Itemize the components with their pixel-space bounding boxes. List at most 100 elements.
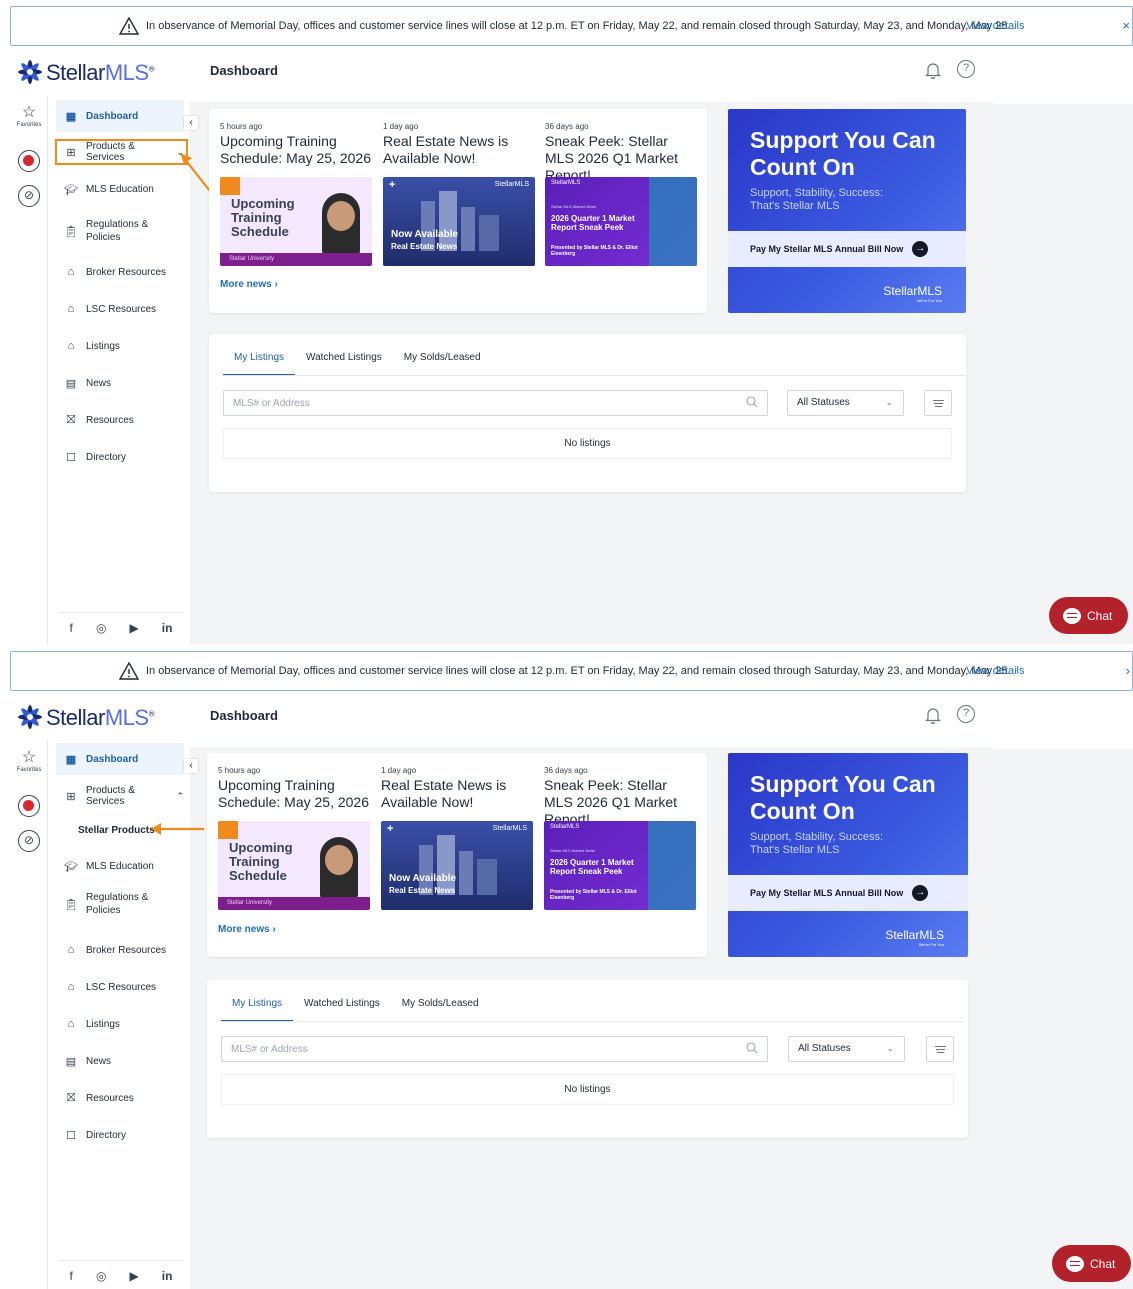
facebook-icon[interactable]: f: [70, 1269, 73, 1283]
logo[interactable]: StellarMLS®: [10, 699, 190, 739]
tab-watched-listings[interactable]: Watched Listings: [293, 980, 391, 1022]
linkedin-icon[interactable]: in: [162, 1269, 173, 1283]
tab-my-solds-leased[interactable]: My Solds/Leased: [391, 980, 490, 1022]
sidebar-item-broker-resources[interactable]: ⌂ Broker Resources: [56, 934, 184, 966]
sidebar-item-resources[interactable]: ⛝ Resources: [56, 1082, 184, 1114]
listing-search-input[interactable]: MLS# or Address: [223, 390, 768, 416]
sidebar-subitem-stellar-products[interactable]: Stellar Products: [78, 825, 155, 836]
news-item[interactable]: 36 days ago Sneak Peek: Stellar MLS 2026…: [545, 122, 697, 183]
news-thumbnail[interactable]: StellarMLS Stellar MLS Market Meter 2026…: [545, 177, 697, 266]
stellar-app-icon[interactable]: [18, 150, 40, 172]
sidebar-item-broker-resources[interactable]: ⌂ Broker Resources: [56, 256, 184, 288]
youtube-icon[interactable]: ▶: [129, 1269, 138, 1283]
linkedin-icon[interactable]: in: [162, 621, 173, 635]
listing-search-input[interactable]: MLS# or Address: [221, 1036, 768, 1062]
logo[interactable]: StellarMLS®: [10, 54, 190, 94]
sidebar-item-mls-education[interactable]: 🎓︎ MLS Education: [56, 850, 184, 882]
close-banner-button[interactable]: ×: [1122, 18, 1130, 33]
news-thumbnail[interactable]: + StellarMLS Now Available Real Estate N…: [381, 821, 533, 910]
news-thumbnail[interactable]: StellarMLS Stellar MLS Market Meter 2026…: [544, 821, 696, 910]
sidebar-item-dashboard[interactable]: ▦ Dashboard: [56, 743, 184, 775]
filter-button[interactable]: [926, 1036, 954, 1062]
close-banner-button[interactable]: ›: [1126, 663, 1130, 678]
stellar-app-icon[interactable]: [18, 795, 40, 817]
graduation-cap-icon: 🎓︎: [64, 860, 78, 873]
favorites-button[interactable]: ☆ Favorites: [10, 749, 48, 773]
status-select[interactable]: All Statuses ⌄: [788, 1036, 905, 1062]
icon-rail: ☆ Favorites ⊘: [10, 741, 48, 1289]
sidebar-item-directory[interactable]: ☐ Directory: [56, 1119, 184, 1151]
news-item[interactable]: 1 day ago Real Estate News is Available …: [383, 122, 535, 169]
sidebar: ▦ Dashboard ⊞ Products & Services ⌄ 🎓︎ MLS E…: [48, 96, 190, 644]
instagram-icon[interactable]: ◎: [96, 621, 106, 635]
news-item[interactable]: 5 hours ago Upcoming Training Schedule: …: [218, 766, 370, 813]
banner-message: In observance of Memorial Day, offices a…: [146, 20, 1011, 32]
listings-panel: My Listings Watched Listings My Solds/Le…: [207, 980, 968, 1138]
warning-icon: [119, 662, 139, 680]
star-icon: ☆: [21, 749, 37, 766]
tab-watched-listings[interactable]: Watched Listings: [295, 334, 393, 376]
news-thumbnail[interactable]: Upcoming Training Schedule Stellar Unive…: [220, 177, 372, 266]
sidebar-item-listings[interactable]: ⌂ Listings: [56, 1008, 184, 1040]
news-item[interactable]: 36 days ago Sneak Peek: Stellar MLS 2026…: [544, 766, 696, 827]
sidebar-item-lsc-resources[interactable]: ⌂ LSC Resources: [56, 293, 184, 325]
sidebar-item-mls-education[interactable]: 🎓︎ MLS Education: [56, 173, 184, 205]
tab-my-solds-leased[interactable]: My Solds/Leased: [393, 334, 492, 376]
compass-icon[interactable]: ⊘: [18, 185, 40, 207]
chat-button[interactable]: Chat: [1052, 1245, 1131, 1282]
view-details-link[interactable]: View details: [966, 665, 1025, 677]
youtube-icon[interactable]: ▶: [129, 621, 138, 635]
chat-button[interactable]: Chat: [1049, 597, 1128, 634]
support-ad-banner[interactable]: Support You Can Count On Support, Stabil…: [728, 109, 966, 313]
search-icon: [746, 396, 758, 408]
tab-my-listings[interactable]: My Listings: [221, 980, 294, 1022]
tab-my-listings[interactable]: My Listings: [223, 334, 296, 376]
clipboard-icon: 📋︎: [64, 898, 78, 911]
header: Dashboard ?: [190, 691, 993, 747]
more-news-link[interactable]: More news ›: [220, 279, 278, 290]
pay-bill-button[interactable]: Pay My Stellar MLS Annual Bill Now →: [728, 875, 968, 911]
collapse-sidebar-button[interactable]: ‹: [184, 759, 198, 773]
collapse-sidebar-button[interactable]: ‹: [184, 116, 198, 130]
view-details-link[interactable]: View details: [966, 20, 1025, 32]
sidebar-item-products-services[interactable]: ⊞ Products & Services ⌃: [56, 780, 184, 812]
news-item[interactable]: 1 day ago Real Estate News is Available …: [381, 766, 533, 813]
sidebar-item-news[interactable]: ▤ News: [56, 1045, 184, 1077]
sidebar-item-lsc-resources[interactable]: ⌂ LSC Resources: [56, 971, 184, 1003]
news-item[interactable]: 5 hours ago Upcoming Training Schedule: …: [220, 122, 372, 169]
sidebar-item-listings[interactable]: ⌂ Listings: [56, 330, 184, 362]
annotation-arrow: [151, 823, 204, 835]
sidebar-item-directory[interactable]: ☐ Directory: [56, 441, 184, 473]
compass-icon[interactable]: ⊘: [18, 830, 40, 852]
favorites-button[interactable]: ☆ Favorites: [10, 104, 48, 128]
chevron-right-icon: ›: [274, 279, 278, 290]
help-icon[interactable]: ?: [957, 705, 975, 723]
facebook-icon[interactable]: f: [70, 621, 73, 635]
stellar-star-icon: [18, 60, 42, 84]
sidebar-item-news[interactable]: ▤ News: [56, 367, 184, 399]
house-icon: ⌂: [67, 340, 75, 352]
contact-icon: ☐: [66, 1129, 76, 1142]
news-thumbnail[interactable]: Upcoming Training Schedule Stellar Unive…: [218, 821, 370, 910]
support-ad-banner[interactable]: Support You Can Count On Support, Stabil…: [728, 753, 968, 957]
chat-bubble-icon: [1063, 607, 1081, 624]
graduation-cap-icon: 🎓︎: [64, 183, 78, 196]
logo-text: StellarMLS®: [46, 60, 155, 85]
filter-button[interactable]: [924, 390, 952, 416]
more-news-link[interactable]: More news ›: [218, 924, 276, 935]
news-card: 5 hours ago Upcoming Training Schedule: …: [207, 753, 707, 957]
sidebar-item-dashboard[interactable]: ▦ Dashboard: [56, 100, 184, 132]
sidebar-item-regulations[interactable]: 📋︎ Regulations & Policies: [56, 888, 184, 920]
help-icon[interactable]: ?: [957, 60, 975, 78]
pay-bill-button[interactable]: Pay My Stellar MLS Annual Bill Now →: [728, 231, 966, 267]
status-select[interactable]: All Statuses ⌄: [787, 390, 904, 416]
news-thumbnail[interactable]: + StellarMLS Now Available Real Estate N…: [383, 177, 535, 266]
house-icon: ⌂: [67, 981, 75, 993]
bell-icon[interactable]: [924, 706, 942, 724]
instagram-icon[interactable]: ◎: [96, 1269, 106, 1283]
sidebar-item-resources[interactable]: ⛝ Resources: [56, 404, 184, 436]
bell-icon[interactable]: [924, 61, 942, 79]
sidebar-item-regulations[interactable]: 📋︎ Regulations & Policies: [56, 215, 184, 247]
grid-icon: ▦: [65, 753, 77, 766]
news-card: 5 hours ago Upcoming Training Schedule: …: [209, 109, 707, 313]
